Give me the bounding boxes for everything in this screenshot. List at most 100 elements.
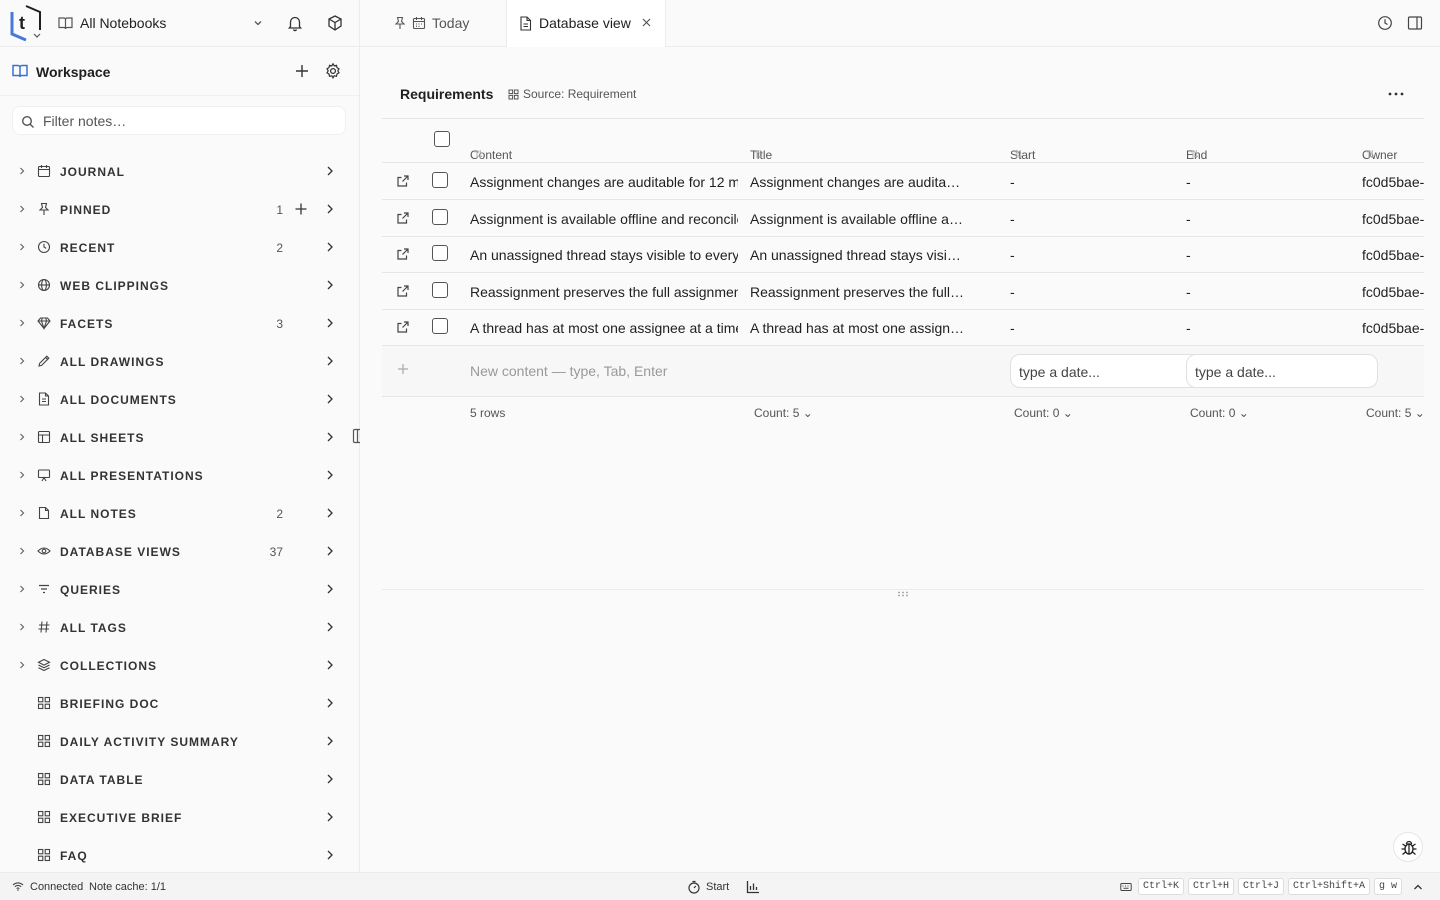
cell-end[interactable]: - xyxy=(1186,174,1191,190)
database-source[interactable]: Source: Requirement xyxy=(523,87,636,101)
cube-icon[interactable] xyxy=(326,14,344,32)
timer-start-button[interactable]: Start xyxy=(706,881,729,893)
cell-owner[interactable]: fc0d5bae- xyxy=(1362,320,1424,336)
sidebar-item-all-presentations[interactable]: ALL PRESENTATIONS xyxy=(0,456,359,494)
sidebar-item-all-tags[interactable]: ALL TAGS xyxy=(0,608,359,646)
start-date-input[interactable]: type a date... xyxy=(1010,354,1202,388)
more-options-icon[interactable] xyxy=(1388,92,1404,96)
open-arrow-icon[interactable] xyxy=(324,317,336,329)
owner-aggregate[interactable]: Count: 5 ⌄ xyxy=(1366,406,1425,420)
cell-end[interactable]: - xyxy=(1186,247,1191,263)
resize-divider[interactable] xyxy=(382,589,1424,590)
open-arrow-icon[interactable] xyxy=(324,355,336,367)
chevron-right-icon[interactable] xyxy=(17,660,27,670)
chevron-right-icon[interactable] xyxy=(17,432,27,442)
chevron-right-icon[interactable] xyxy=(17,546,27,556)
cell-content[interactable]: An unassigned thread stays visible to ev… xyxy=(470,247,738,263)
open-arrow-icon[interactable] xyxy=(324,545,336,557)
open-arrow-icon[interactable] xyxy=(324,203,336,215)
sidebar-item-collections[interactable]: COLLECTIONS xyxy=(0,646,359,684)
row-checkbox[interactable] xyxy=(432,318,448,335)
cell-content[interactable]: Assignment changes are auditable for 12 … xyxy=(470,174,738,190)
table-row[interactable]: Assignment changes are auditable for 12 … xyxy=(382,163,1424,200)
select-all-checkbox[interactable] xyxy=(434,131,450,147)
shortcut-hint[interactable]: Ctrl+K xyxy=(1138,878,1185,895)
open-arrow-icon[interactable] xyxy=(324,431,336,443)
shortcut-hint[interactable]: Ctrl+J xyxy=(1238,878,1285,895)
table-row[interactable]: A thread has at most one assignee at a t… xyxy=(382,309,1424,347)
sort-icon[interactable]: ⇅ xyxy=(1014,148,1023,161)
table-row[interactable]: Reassignment preserves the full assignme… xyxy=(382,273,1424,310)
chevron-down-icon[interactable] xyxy=(252,17,264,29)
sidebar-item-data-table[interactable]: DATA TABLE xyxy=(0,760,359,798)
row-checkbox[interactable] xyxy=(432,172,448,188)
row-checkbox[interactable] xyxy=(432,245,448,262)
chevron-right-icon[interactable] xyxy=(17,356,27,366)
sort-icon[interactable]: ⇅ xyxy=(1366,148,1375,161)
chevron-right-icon[interactable] xyxy=(17,318,27,328)
sidebar-item-all-sheets[interactable]: ALL SHEETS xyxy=(0,418,359,456)
drag-handle-icon[interactable] xyxy=(897,591,909,597)
shortcut-hint[interactable]: Ctrl+H xyxy=(1188,878,1235,895)
shortcut-hint[interactable]: g w xyxy=(1374,878,1403,895)
cell-content[interactable]: Reassignment preserves the full assignme… xyxy=(470,284,738,300)
open-arrow-icon[interactable] xyxy=(324,735,336,747)
sidebar-item-executive-brief[interactable]: EXECUTIVE BRIEF xyxy=(0,798,359,836)
open-arrow-icon[interactable] xyxy=(324,279,336,291)
cell-title[interactable]: Assignment changes are audita… xyxy=(750,174,1000,190)
sidebar-item-briefing-doc[interactable]: BRIEFING DOC xyxy=(0,684,359,722)
open-arrow-icon[interactable] xyxy=(324,811,336,823)
app-logo[interactable]: t xyxy=(8,4,46,42)
chevron-right-icon[interactable] xyxy=(17,166,27,176)
notebook-selector[interactable]: All Notebooks xyxy=(80,15,166,31)
chevron-up-icon[interactable] xyxy=(1412,882,1424,892)
cell-content[interactable]: A thread has at most one assignee at a t… xyxy=(470,320,738,336)
add-icon[interactable] xyxy=(294,202,308,216)
sidebar-item-pinned[interactable]: PINNED 1 xyxy=(0,190,359,228)
cell-end[interactable]: - xyxy=(1186,284,1191,300)
cell-title[interactable]: An unassigned thread stays visi… xyxy=(750,247,1000,263)
add-icon[interactable] xyxy=(294,63,310,79)
open-external-icon[interactable] xyxy=(396,174,410,188)
open-arrow-icon[interactable] xyxy=(324,583,336,595)
cell-owner[interactable]: fc0d5bae- xyxy=(1362,174,1424,190)
cell-title[interactable]: Reassignment preserves the full… xyxy=(750,284,1000,300)
cell-start[interactable]: - xyxy=(1010,174,1015,190)
open-external-icon[interactable] xyxy=(396,247,410,261)
sidebar-item-journal[interactable]: JOURNAL xyxy=(0,152,359,190)
row-checkbox[interactable] xyxy=(432,208,448,225)
cell-owner[interactable]: fc0d5bae- xyxy=(1362,284,1424,300)
chevron-right-icon[interactable] xyxy=(17,280,27,290)
cell-owner[interactable]: fc0d5bae- xyxy=(1362,247,1424,263)
open-arrow-icon[interactable] xyxy=(324,165,336,177)
row-checkbox[interactable] xyxy=(432,281,448,298)
sidebar-item-facets[interactable]: FACETS 3 xyxy=(0,304,359,342)
shortcut-hint[interactable]: Ctrl+Shift+A xyxy=(1288,878,1371,895)
chevron-right-icon[interactable] xyxy=(17,508,27,518)
open-arrow-icon[interactable] xyxy=(324,659,336,671)
open-arrow-icon[interactable] xyxy=(324,469,336,481)
open-arrow-icon[interactable] xyxy=(324,849,336,861)
open-arrow-icon[interactable] xyxy=(324,697,336,709)
chevron-right-icon[interactable] xyxy=(17,584,27,594)
cell-content[interactable]: Assignment is available offline and reco… xyxy=(470,211,738,227)
start-aggregate[interactable]: Count: 0 ⌄ xyxy=(1014,406,1073,420)
sidebar-item-database-views[interactable]: DATABASE VIEWS 37 xyxy=(0,532,359,570)
chart-icon[interactable] xyxy=(746,880,760,894)
open-arrow-icon[interactable] xyxy=(324,773,336,785)
gear-icon[interactable] xyxy=(324,62,342,80)
tab-today[interactable]: Today xyxy=(380,0,506,47)
open-arrow-icon[interactable] xyxy=(324,241,336,253)
cell-end[interactable]: - xyxy=(1186,320,1191,336)
cell-title[interactable]: A thread has at most one assign… xyxy=(750,320,1000,336)
chevron-right-icon[interactable] xyxy=(17,204,27,214)
end-date-input[interactable]: type a date... xyxy=(1186,354,1378,388)
cell-title[interactable]: Assignment is available offline a… xyxy=(750,211,1000,227)
timer-icon[interactable] xyxy=(687,880,701,894)
open-external-icon[interactable] xyxy=(396,320,410,334)
table-row[interactable]: Assignment is available offline and reco… xyxy=(382,200,1424,237)
sort-icon[interactable]: ⇅ xyxy=(1190,148,1199,161)
sidebar-item-web-clippings[interactable]: WEB CLIPPINGS xyxy=(0,266,359,304)
chevron-right-icon[interactable] xyxy=(17,622,27,632)
end-aggregate[interactable]: Count: 0 ⌄ xyxy=(1190,406,1249,420)
